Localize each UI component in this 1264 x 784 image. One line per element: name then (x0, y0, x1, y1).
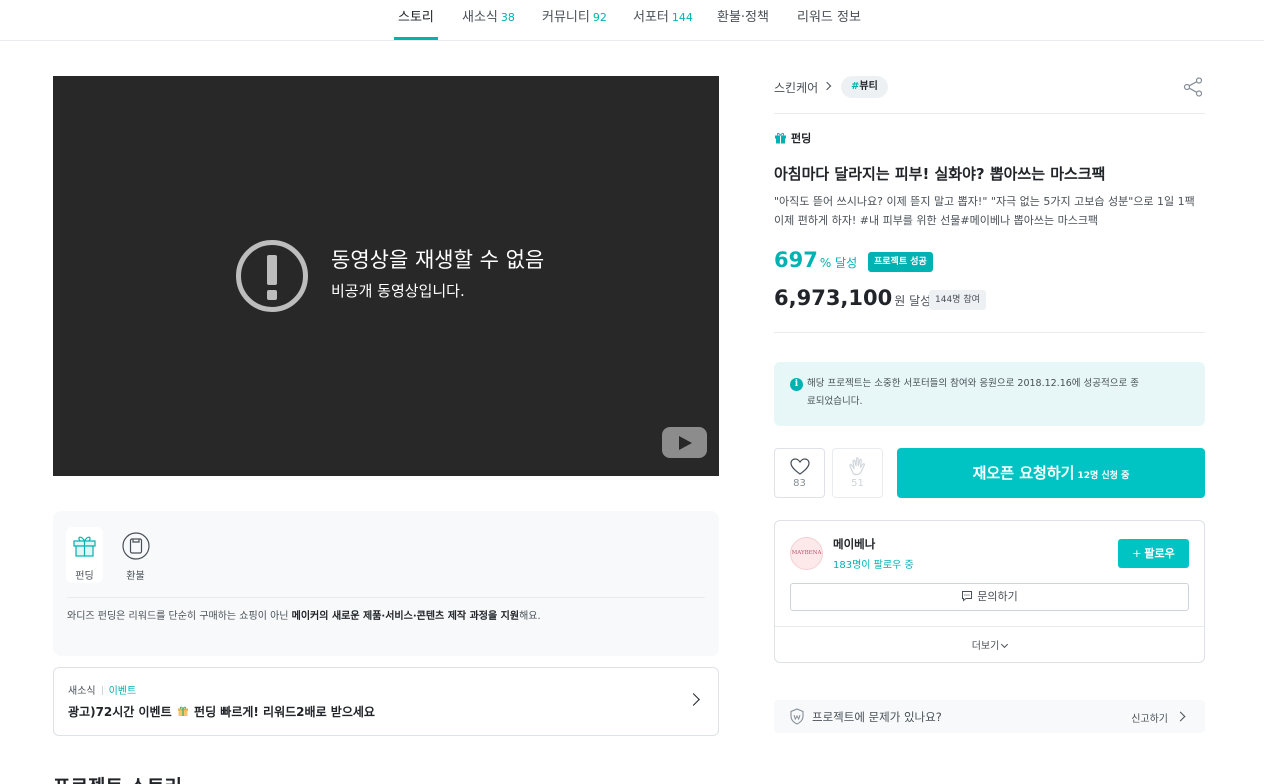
tab-label: 커뮤니티 (542, 10, 590, 25)
refund-icon (121, 532, 150, 560)
news-card[interactable]: 새소식 이벤트 광고)72시간 이벤트 펀딩 빠르게! 리워드2배로 받으세요 (53, 667, 719, 736)
tab-news[interactable]: 새소식 38 (462, 0, 515, 40)
plus-icon: + (1132, 547, 1142, 560)
follow-button[interactable]: + 팔로우 (1118, 539, 1189, 568)
reopen-label: 재오픈 요청하기 (972, 464, 1075, 482)
notice-text: 해당 프로젝트는 소중한 서포터들의 참여와 응원으로 2018.12.16에 … (807, 378, 1140, 407)
maker-name[interactable]: 메이베나 (833, 536, 875, 552)
tab-reward-info[interactable]: 리워드 정보 (797, 0, 861, 40)
news-meta: 새소식 이벤트 (68, 682, 136, 697)
tab-count: 38 (500, 11, 515, 24)
project-title: 아침마다 달라지는 피부! 실화야? 뽑아쓰는 마스크팩 (774, 165, 1106, 183)
tab-supporters[interactable]: 서포터 144 (633, 0, 693, 40)
heart-icon (789, 458, 810, 475)
reopen-count: 12명 신청 중 (1077, 471, 1130, 481)
chevron-right-icon (687, 693, 700, 706)
more-button[interactable]: 더보기 (775, 637, 1204, 652)
share-icon[interactable] (1182, 76, 1204, 98)
tab-refund-policy[interactable]: 환불·정책 (717, 0, 769, 40)
chevron-right-icon (1175, 711, 1186, 722)
warning-icon (236, 240, 308, 312)
tab-story[interactable]: 스토리 (394, 0, 438, 40)
news-type: 이벤트 (108, 686, 137, 697)
divider (774, 332, 1205, 333)
report-bar[interactable]: 프로젝트에 문제가 있나요? 신고하기 (774, 700, 1205, 733)
cheer-count: 51 (851, 478, 864, 489)
news-category: 새소식 (68, 686, 96, 697)
report-question: 프로젝트에 문제가 있나요? (812, 710, 942, 724)
shield-icon (790, 708, 804, 725)
funding-info-box: 펀딩 환불 와디즈 펀딩은 리워드를 단순히 구매하는 쇼핑이 아닌 메이커의 … (53, 511, 719, 656)
chat-icon (962, 591, 973, 602)
tab-label: 리워드 정보 (797, 10, 861, 25)
like-count: 83 (793, 478, 806, 489)
tab-count: 92 (592, 11, 607, 24)
maker-avatar[interactable]: MAYBENA (790, 537, 823, 570)
report-action[interactable]: 신고하기 (1131, 710, 1168, 725)
tab-label: 새소식 (462, 10, 498, 25)
news-title: 광고)72시간 이벤트 펀딩 빠르게! 리워드2배로 받으세요 (68, 705, 375, 719)
funding-info-item-refund[interactable]: 환불 (117, 527, 154, 583)
youtube-play-icon[interactable] (662, 427, 707, 458)
completion-notice: i 해당 프로젝트는 소중한 서포터들의 참여와 응원으로 2018.12.16… (774, 362, 1205, 426)
divider (67, 597, 705, 598)
video-error-subtitle: 비공개 동영상입니다. (331, 282, 465, 300)
project-tab-nav: 스토리 새소식 38 커뮤니티 92 서포터 144 환불·정책 리워드 정보 (0, 0, 1264, 41)
participants-badge: 144명 참여 (929, 290, 986, 310)
cheer-button[interactable]: 51 (832, 448, 883, 498)
gift-icon (73, 536, 96, 557)
chevron-down-icon (1001, 640, 1009, 649)
category-tag[interactable]: #뷰티 (841, 76, 888, 98)
info-icon: i (790, 378, 803, 391)
gift-icon (775, 132, 786, 144)
tab-community[interactable]: 커뮤니티 92 (542, 0, 607, 40)
tab-label: 환불·정책 (717, 10, 769, 25)
breadcrumb-category[interactable]: 스킨케어 (774, 79, 818, 96)
achievement-percent: 697% 달성 (774, 248, 858, 272)
video-player[interactable]: 동영상을 재생할 수 없음 비공개 동영상입니다. (53, 76, 719, 476)
success-badge: 프로젝트 성공 (868, 252, 933, 272)
divider (775, 626, 1204, 627)
maker-followers: 183명이 팔로우 중 (833, 560, 914, 571)
maker-card: MAYBENA 메이베나 183명이 팔로우 중 + 팔로우 문의하기 더보기 (774, 520, 1205, 663)
tab-label: 스토리 (398, 10, 434, 25)
tab-count: 144 (671, 11, 693, 24)
funding-type: 펀딩 (774, 130, 811, 146)
tab-label: 서포터 (633, 10, 669, 25)
inquiry-button[interactable]: 문의하기 (790, 583, 1189, 611)
funding-info-label: 환불 (126, 571, 145, 582)
funding-info-label: 펀딩 (75, 571, 94, 582)
video-error-title: 동영상을 재생할 수 없음 (331, 248, 545, 272)
like-button[interactable]: 83 (774, 448, 825, 498)
gift-emoji-icon (177, 706, 188, 716)
funding-info-item-funding[interactable]: 펀딩 (66, 527, 103, 583)
tag-label: 뷰티 (859, 81, 878, 92)
project-description: "아직도 뜯어 쓰시나요? 이제 뜯지 말고 뽑자!" "자극 없는 5가지 고… (774, 195, 1195, 227)
reopen-request-button[interactable]: 재오픈 요청하기 12명 신청 중 (897, 448, 1205, 498)
clap-icon (848, 457, 865, 476)
achieved-amount: 6,973,100 원 달성 (774, 286, 932, 310)
funding-info-description: 와디즈 펀딩은 리워드를 단순히 구매하는 쇼핑이 아닌 메이커의 새로운 제품… (67, 611, 541, 622)
chevron-right-icon (822, 81, 832, 91)
divider (774, 113, 1205, 114)
story-heading: 프로젝트 스토리 (53, 772, 182, 784)
